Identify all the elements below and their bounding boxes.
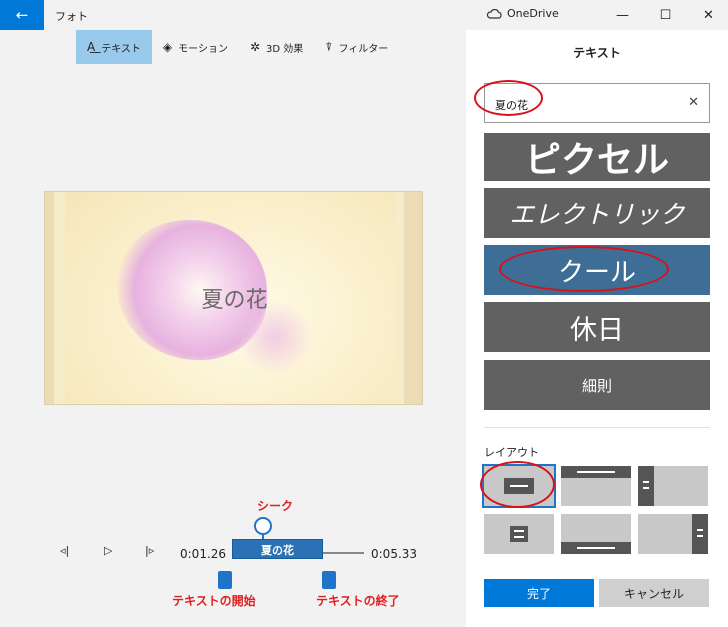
layout-left-bar-line-2 (643, 487, 649, 489)
video-preview[interactable]: 夏の花 (44, 191, 423, 405)
close-button[interactable]: ✕ (686, 0, 728, 30)
tool-text[interactable]: A͟ テキスト (76, 30, 152, 64)
cloud-icon (486, 8, 502, 19)
style-electric[interactable]: エレクトリック (484, 188, 710, 238)
annotation-text-start: テキストの開始 (172, 594, 256, 608)
annotation-seek: シーク (257, 499, 294, 513)
style-pixel[interactable]: ピクセル (484, 133, 710, 181)
tool-filter[interactable]: ⍒ フィルター (314, 30, 399, 64)
edit-toolbar: A͟ テキスト ◈ モーション ✲ 3D 効果 ⍒ フィルター (76, 30, 399, 64)
layout-right-bar-line-1 (697, 529, 703, 531)
panel-divider (484, 427, 710, 428)
layout-center-small-line-2 (514, 536, 524, 538)
text-icon: A͟ (87, 40, 96, 54)
back-button[interactable]: ← (0, 0, 44, 30)
maximize-button[interactable]: ☐ (643, 0, 688, 30)
layout-right-bar-line-2 (697, 535, 703, 537)
text-start-handle[interactable] (218, 571, 232, 589)
layout-center-small[interactable] (484, 514, 554, 554)
layout-right-bar-shape (692, 514, 708, 554)
clear-text-icon[interactable]: ✕ (688, 95, 699, 110)
text-duration-clip[interactable]: 夏の花 (232, 539, 323, 559)
minimize-button[interactable]: — (600, 0, 645, 30)
annotation-text-end: テキストの終了 (316, 594, 400, 608)
tool-3d-effects[interactable]: ✲ 3D 効果 (239, 30, 314, 64)
title-bar: ← フォト OneDrive — ☐ ✕ (0, 0, 728, 30)
filter-icon: ⍒ (325, 39, 333, 54)
clip-label: 夏の花 (261, 544, 294, 557)
text-end-handle[interactable] (322, 571, 336, 589)
back-arrow-icon: ← (15, 6, 29, 24)
panel-title: テキスト (573, 46, 621, 60)
previous-frame-button[interactable]: ◃| (60, 544, 69, 557)
style-holiday[interactable]: 休日 (484, 302, 710, 352)
layout-center-small-line-1 (514, 530, 524, 532)
tool-text-label: テキスト (101, 43, 141, 55)
current-time: 0:01.26 (180, 547, 227, 561)
highlight-ring-layout (480, 461, 555, 508)
3d-effects-icon: ✲ (249, 40, 261, 54)
play-button[interactable]: ▷ (104, 544, 112, 557)
motion-icon: ◈ (162, 40, 173, 54)
layout-bottom-banner-line (577, 547, 615, 549)
app-title: フォト (55, 10, 88, 23)
layout-bottom-banner[interactable] (561, 514, 631, 554)
layout-left-bar-shape (638, 466, 654, 506)
cancel-button[interactable]: キャンセル (599, 579, 709, 607)
highlight-ring-cool-style (499, 246, 669, 292)
next-frame-button[interactable]: |▹ (145, 544, 154, 557)
layout-right-bar[interactable] (638, 514, 708, 554)
text-panel: テキスト 夏の花 ✕ ピクセル エレクトリック クール 休日 細則 レイアウト (466, 30, 728, 627)
end-time: 0:05.33 (371, 547, 418, 561)
layout-label: レイアウト (484, 446, 539, 459)
tool-3d-effects-label: 3D 効果 (266, 43, 304, 55)
highlight-ring-text-input (474, 80, 543, 116)
layout-center-small-shape (510, 526, 528, 542)
layout-left-bar[interactable] (638, 466, 708, 506)
tool-filter-label: フィルター (338, 43, 389, 55)
layout-top-banner-line (577, 471, 615, 473)
layout-top-banner[interactable] (561, 466, 631, 506)
photos-app-window: ← フォト OneDrive — ☐ ✕ A͟ テキスト ◈ モーション ✲ 3… (0, 0, 728, 627)
done-button[interactable]: 完了 (484, 579, 594, 607)
layout-left-bar-line-1 (643, 481, 649, 483)
style-fine-print[interactable]: 細則 (484, 360, 710, 410)
onedrive-label: OneDrive (507, 7, 559, 20)
tool-motion-label: モーション (178, 43, 228, 55)
preview-overlay-text: 夏の花 (201, 288, 268, 313)
tool-motion[interactable]: ◈ モーション (152, 30, 239, 64)
onedrive-indicator[interactable]: OneDrive (486, 7, 559, 20)
seek-handle[interactable] (254, 517, 272, 535)
